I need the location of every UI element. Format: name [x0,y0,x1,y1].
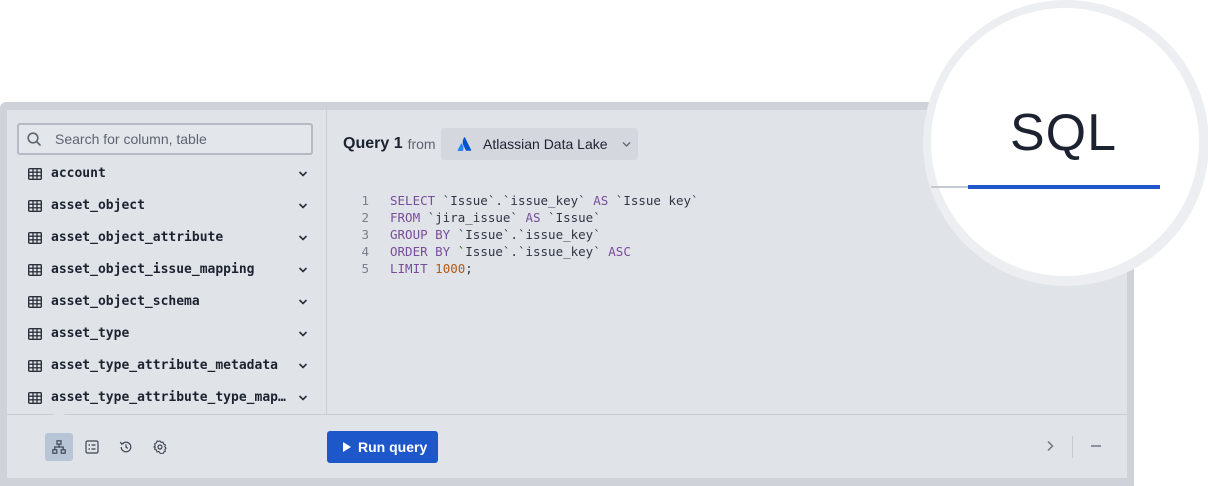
code-line: 3 GROUP BY `Issue`.`issue_key` [355,226,699,243]
table-name: asset_type_attribute_type_mapping [51,390,289,405]
table-icon [28,392,42,404]
sql-identifier: `Issue`.`issue_key` [450,244,609,259]
sql-keyword: AS [593,193,609,208]
data-source-name: Atlassian Data Lake [483,136,608,152]
table-name: asset_object_attribute [51,230,224,245]
sql-editor[interactable]: 1 SELECT `Issue`.`issue_key` AS `Issue ke… [355,192,699,277]
sql-keyword: GROUP BY [390,227,451,242]
code-line: 5 LIMIT 1000; [355,260,699,277]
history-tool-button[interactable] [112,433,140,461]
sql-identifier: `Issue`.`issue_key` [450,227,601,242]
sql-identifier: `Issue` [540,210,601,225]
table-list: account asset_object asset_object_attrib… [17,158,317,414]
schema-icon [52,440,66,454]
chevron-down-icon[interactable] [298,234,308,242]
table-row[interactable]: asset_type_attribute_metadata [17,350,317,382]
chevron-down-icon[interactable] [298,266,308,274]
table-row[interactable]: asset_type [17,318,317,350]
sql-identifier: ; [465,261,473,276]
toolbar-divider [1072,436,1073,458]
settings-icon [153,440,167,454]
line-number: 1 [361,193,369,208]
sql-keyword: FROM [390,210,421,225]
table-row[interactable]: asset_object_schema [17,286,317,318]
table-row[interactable]: asset_object_issue_mapping [17,254,317,286]
search-icon [27,132,41,146]
table-icon [28,200,42,212]
settings-tool-button[interactable] [146,433,174,461]
table-name: asset_type_attribute_metadata [51,358,278,373]
line-number: 4 [361,244,369,259]
minimize-icon[interactable] [1088,438,1104,454]
table-name: asset_object_schema [51,294,200,309]
table-name: asset_object_issue_mapping [51,262,255,277]
sql-identifier: `Issue key` [608,193,699,208]
table-name: asset_object [51,198,145,213]
line-number: 5 [361,261,369,276]
schema-tool-button[interactable] [45,433,73,461]
table-name: asset_type [51,326,130,341]
table-icon [28,264,42,276]
table-icon [28,296,42,308]
sql-identifier: `Issue`.`issue_key` [435,193,594,208]
chevron-down-icon[interactable] [298,170,308,178]
chevron-down-icon[interactable] [298,362,308,370]
table-view-tool-button[interactable] [78,433,106,461]
sql-identifier: `jira_issue` [420,210,526,225]
sql-tab-label: SQL [1010,104,1118,162]
chevron-right-icon[interactable] [1042,438,1058,454]
chevron-down-icon[interactable] [298,298,308,306]
chevron-down-icon[interactable] [298,202,308,210]
bottom-toolbar [7,414,1127,479]
search-box[interactable] [17,123,313,155]
table-icon [28,360,42,372]
data-source-select[interactable]: Atlassian Data Lake [441,128,638,160]
table-row[interactable]: asset_object [17,190,317,222]
sql-number: 1000 [435,261,466,276]
chevron-down-icon[interactable] [298,330,308,338]
query-from-label: from [407,136,436,152]
sql-keyword: AS [525,210,541,225]
line-number: 3 [361,227,369,242]
chevron-down-icon [622,142,631,147]
run-query-button[interactable]: Run query [327,431,438,463]
table-icon [28,328,42,340]
chevron-down-icon[interactable] [298,394,308,402]
query-title: Query 1 [343,135,403,152]
run-query-label: Run query [358,439,428,455]
play-icon [343,442,351,452]
active-tab-indicator [968,185,1160,189]
sql-keyword: LIMIT [390,261,428,276]
table-name: account [51,166,106,181]
table-row[interactable]: asset_object_attribute [17,222,317,254]
sql-keyword: ORDER BY [390,244,451,259]
code-line: 1 SELECT `Issue`.`issue_key` AS `Issue ke… [355,192,699,209]
table-icon [28,232,42,244]
table-icon [28,168,42,180]
table-row[interactable]: account [17,158,317,190]
sql-keyword: ASC [608,244,631,259]
query-header: Query 1 from [343,129,436,159]
table-view-icon [85,440,99,454]
sql-keyword: SELECT [390,193,436,208]
search-input[interactable] [55,125,305,153]
code-line: 4 ORDER BY `Issue`.`issue_key` ASC [355,243,699,260]
history-icon [119,441,132,453]
sidebar-pointer [53,409,65,415]
line-number: 2 [361,210,369,225]
code-line: 2 FROM `jira_issue` AS `Issue` [355,209,699,226]
atlassian-logo-icon [457,137,472,151]
